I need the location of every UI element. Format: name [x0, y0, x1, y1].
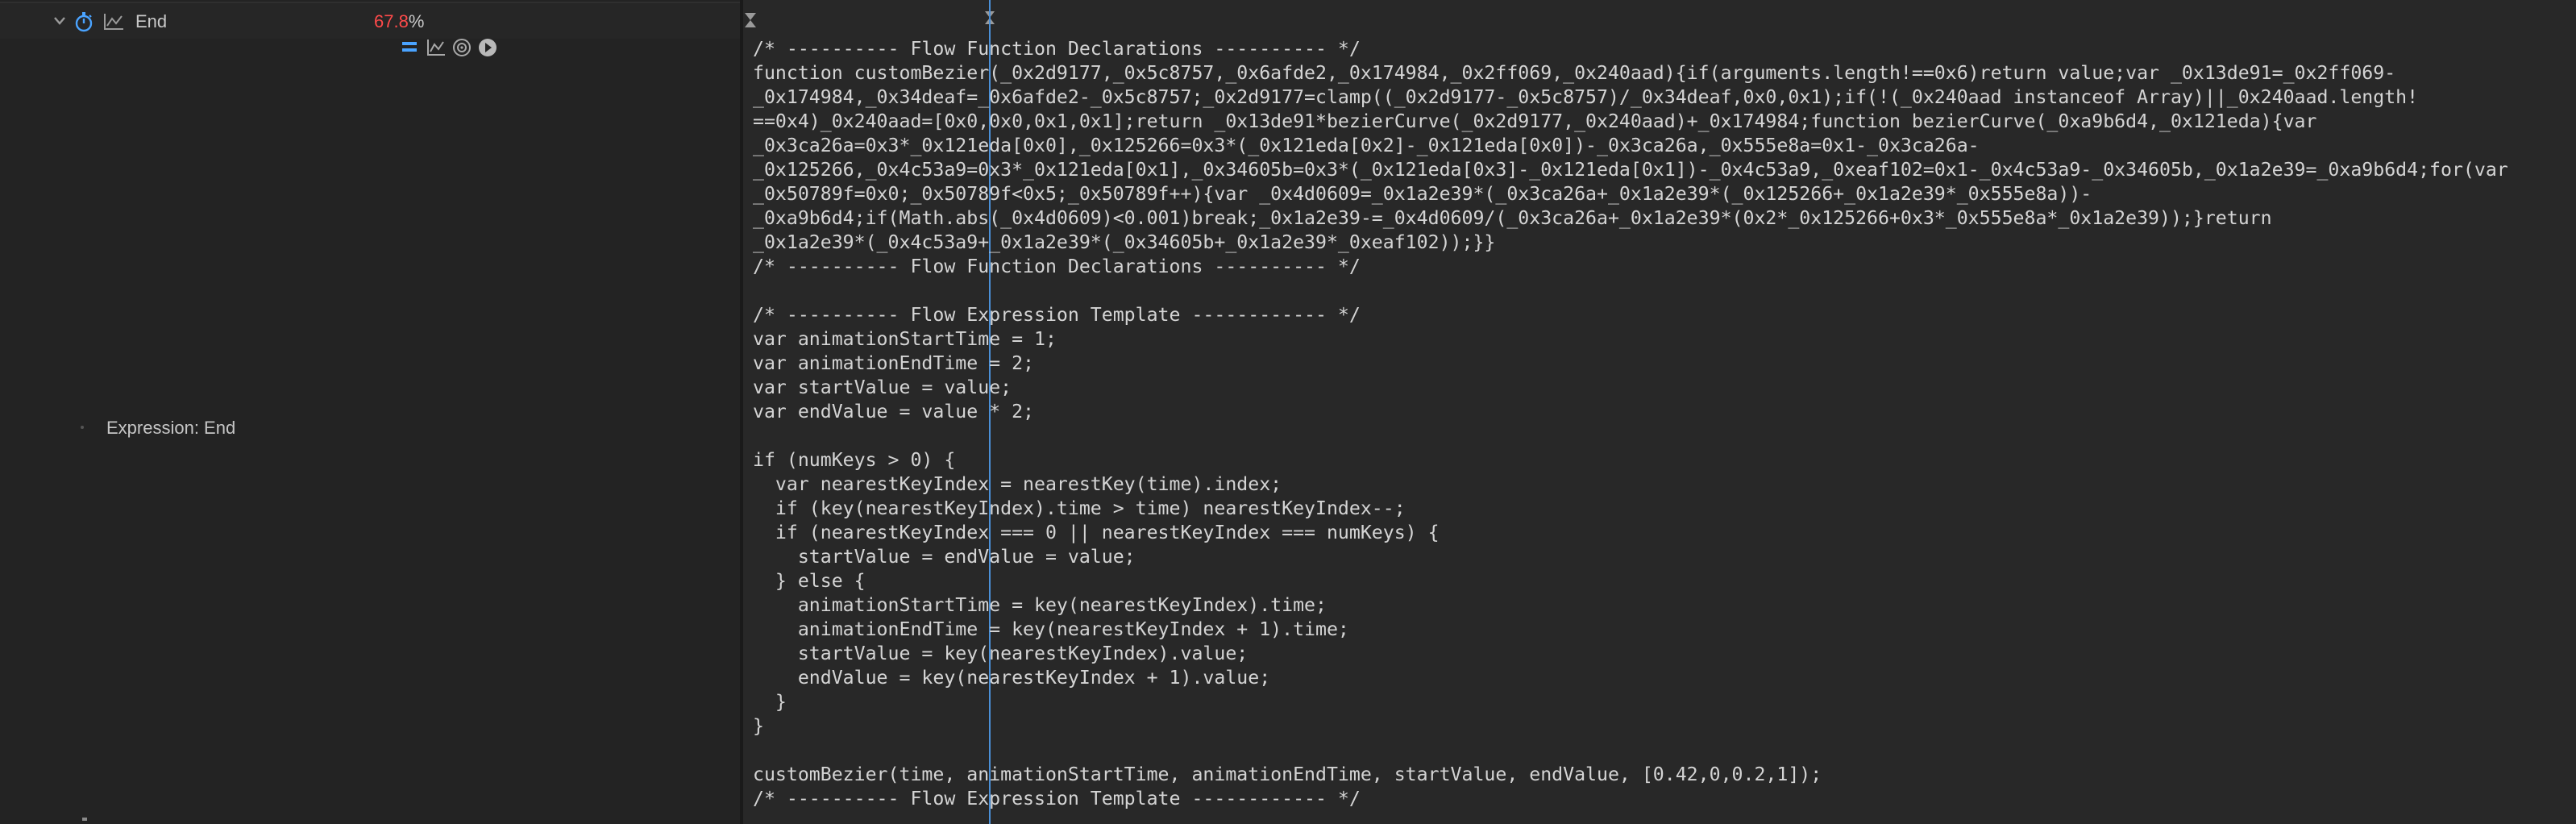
property-row-end[interactable]: End 67.8%: [0, 3, 740, 39]
property-name: End: [135, 11, 168, 31]
code-line[interactable]: _0x125266,_0x4c53a9=0x3*_0x121eda[0x1],_…: [753, 158, 2508, 182]
code-line[interactable]: /* ---------- Flow Function Declarations…: [753, 255, 2508, 279]
code-line[interactable]: var startValue = value;: [753, 376, 2508, 400]
code-line[interactable]: animationStartTime = key(nearestKeyIndex…: [753, 593, 2508, 618]
code-line[interactable]: _0x1a2e39*(_0x4c53a9+_0x1a2e39*(_0x34605…: [753, 231, 2508, 255]
code-line[interactable]: endValue = key(nearestKeyIndex + 1).valu…: [753, 666, 2508, 690]
code-text[interactable]: /* ---------- Flow Function Declarations…: [753, 37, 2508, 811]
code-line[interactable]: /* ---------- Flow Expression Template -…: [753, 303, 2508, 327]
property-value[interactable]: 67.8%: [374, 11, 424, 32]
code-line[interactable]: ==0x4)_0x240aad=[0x0,0x0,0x1,0x1];return…: [753, 110, 2508, 134]
expression-editor[interactable]: /* ---------- Flow Function Declarations…: [743, 0, 2576, 824]
equals-icon[interactable]: [400, 35, 421, 60]
code-line[interactable]: } else {: [753, 569, 2508, 593]
code-line[interactable]: function customBezier(_0x2d9177,_0x5c875…: [753, 61, 2508, 85]
bullet-dot: [81, 426, 84, 429]
code-line[interactable]: startValue = endValue = value;: [753, 545, 2508, 569]
code-line[interactable]: startValue = key(nearestKeyIndex).value;: [753, 642, 2508, 666]
stopwatch-icon[interactable]: [74, 11, 93, 32]
code-line[interactable]: /* ---------- Flow Expression Template -…: [753, 787, 2508, 811]
code-line[interactable]: _0x50789f=0x0;_0x50789f<0x5;_0x50789f++)…: [753, 182, 2508, 206]
code-line[interactable]: [753, 424, 2508, 448]
work-area-start-icon[interactable]: [743, 11, 758, 29]
code-line[interactable]: var animationStartTime = 1;: [753, 327, 2508, 352]
code-line[interactable]: customBezier(time, animationStartTime, a…: [753, 763, 2508, 787]
value-unit: %: [408, 11, 425, 31]
code-line[interactable]: [753, 279, 2508, 303]
code-line[interactable]: }: [753, 690, 2508, 714]
code-line[interactable]: var nearestKeyIndex = nearestKey(time).i…: [753, 472, 2508, 497]
graph-icon[interactable]: [426, 35, 447, 60]
code-line[interactable]: _0xa9b6d4;if(Math.abs(_0x4d0609)<0.001)b…: [753, 206, 2508, 231]
code-line[interactable]: if (numKeys > 0) {: [753, 448, 2508, 472]
play-circle-icon[interactable]: [477, 35, 498, 60]
code-line[interactable]: if (key(nearestKeyIndex).time > time) ne…: [753, 497, 2508, 521]
value-number[interactable]: 67.8: [374, 11, 409, 31]
code-line[interactable]: [753, 739, 2508, 763]
code-line[interactable]: if (nearestKeyIndex === 0 || nearestKeyI…: [753, 521, 2508, 545]
small-marker-icon: [82, 818, 87, 821]
expression-controls: [400, 35, 513, 60]
expression-row: Expression: End: [73, 411, 556, 443]
pickwhip-icon[interactable]: [451, 35, 472, 60]
timeline-layer-panel: End 67.8% Expression: End: [0, 0, 740, 824]
code-line[interactable]: _0x3ca26a=0x3*_0x121eda[0x0],_0x125266=0…: [753, 134, 2508, 158]
code-line[interactable]: /* ---------- Flow Function Declarations…: [753, 37, 2508, 61]
code-line[interactable]: var endValue = value * 2;: [753, 400, 2508, 424]
graph-icon[interactable]: [103, 13, 124, 31]
expression-label: Expression: End: [106, 418, 236, 438]
code-line[interactable]: _0x174984,_0x34deaf=_0x6afde2-_0x5c8757;…: [753, 85, 2508, 110]
code-line[interactable]: }: [753, 714, 2508, 739]
playhead-handle[interactable]: [985, 0, 995, 29]
code-line[interactable]: animationEndTime = key(nearestKeyIndex +…: [753, 618, 2508, 642]
code-line[interactable]: var animationEndTime = 2;: [753, 352, 2508, 376]
chevron-down-icon[interactable]: [52, 13, 68, 29]
